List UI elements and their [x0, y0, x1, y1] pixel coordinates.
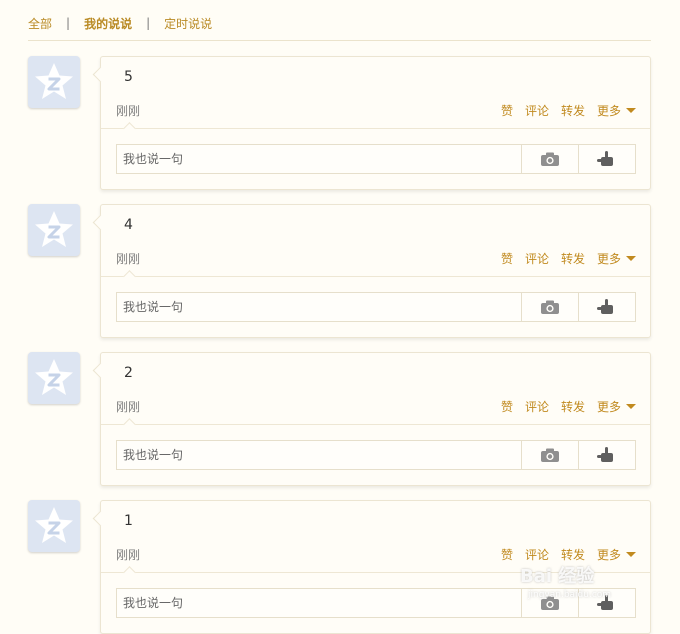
camera-icon — [541, 448, 559, 462]
post-card: 4 刚刚 赞 评论 转发 更多 我也说一句 — [92, 204, 651, 338]
chevron-down-icon — [626, 256, 636, 261]
photo-button[interactable] — [521, 293, 578, 321]
avatar[interactable] — [28, 56, 80, 108]
post-content: 4 — [124, 217, 133, 233]
tab-all[interactable]: 全部 — [28, 15, 52, 32]
post-actions: 赞 评论 转发 更多 — [489, 546, 636, 563]
hand-pointer-icon — [597, 151, 613, 166]
tab-separator: | — [66, 16, 71, 30]
camera-icon — [541, 152, 559, 166]
reply-box: 我也说一句 — [116, 292, 636, 322]
post-item: 4 刚刚 赞 评论 转发 更多 我也说一句 — [28, 204, 651, 338]
avatar[interactable] — [28, 204, 80, 256]
reply-box: 我也说一句 — [116, 440, 636, 470]
card-divider — [101, 276, 650, 277]
more-menu-button[interactable]: 更多 — [597, 102, 636, 119]
card-divider — [101, 424, 650, 425]
more-menu-button[interactable]: 更多 — [597, 250, 636, 267]
reply-box: 我也说一句 — [116, 144, 636, 174]
tab-my-posts[interactable]: 我的说说 — [84, 15, 132, 32]
comment-button[interactable]: 评论 — [525, 546, 549, 563]
mention-button[interactable] — [578, 145, 635, 173]
like-button[interactable]: 赞 — [501, 546, 513, 563]
reply-input[interactable]: 我也说一句 — [117, 293, 521, 321]
post-actions: 赞 评论 转发 更多 — [489, 250, 636, 267]
post-item: 5 刚刚 赞 评论 转发 更多 我也说一句 — [28, 56, 651, 190]
more-menu-button[interactable]: 更多 — [597, 398, 636, 415]
feed-tabs: 全部 | 我的说说 | 定时说说 — [28, 12, 212, 34]
card-divider — [101, 128, 650, 129]
avatar[interactable] — [28, 500, 80, 552]
forward-button[interactable]: 转发 — [561, 102, 585, 119]
comment-button[interactable]: 评论 — [525, 398, 549, 415]
hand-pointer-icon — [597, 299, 613, 314]
more-label: 更多 — [596, 104, 621, 118]
post-time: 刚刚 — [116, 548, 141, 562]
post-actions: 赞 评论 转发 更多 — [489, 398, 636, 415]
mention-button[interactable] — [578, 441, 635, 469]
forward-button[interactable]: 转发 — [561, 398, 585, 415]
post-time: 刚刚 — [116, 400, 141, 414]
more-label: 更多 — [596, 400, 621, 414]
post-card: 2 刚刚 赞 评论 转发 更多 我也说一句 — [92, 352, 651, 486]
reply-input[interactable]: 我也说一句 — [117, 145, 521, 173]
comment-button[interactable]: 评论 — [525, 102, 549, 119]
hand-pointer-icon — [597, 447, 613, 462]
post-item: 2 刚刚 赞 评论 转发 更多 我也说一句 — [28, 352, 651, 486]
camera-icon — [541, 300, 559, 314]
chevron-down-icon — [626, 108, 636, 113]
post-actions: 赞 评论 转发 更多 — [489, 102, 636, 119]
qzone-star-icon — [35, 359, 73, 395]
tab-separator: | — [146, 16, 151, 30]
post-meta: 刚刚 赞 评论 转发 更多 — [116, 102, 636, 120]
chevron-down-icon — [626, 552, 636, 557]
post-time: 刚刚 — [116, 252, 141, 266]
tab-scheduled-posts[interactable]: 定时说说 — [164, 15, 212, 32]
post-time: 刚刚 — [116, 104, 141, 118]
forward-button[interactable]: 转发 — [561, 546, 585, 563]
watermark-url: jingyan.baidu.com — [528, 590, 612, 600]
photo-button[interactable] — [521, 145, 578, 173]
tabs-divider — [28, 40, 651, 41]
chevron-down-icon — [626, 404, 636, 409]
like-button[interactable]: 赞 — [501, 250, 513, 267]
more-menu-button[interactable]: 更多 — [597, 546, 636, 563]
post-meta: 刚刚 赞 评论 转发 更多 — [116, 250, 636, 268]
like-button[interactable]: 赞 — [501, 102, 513, 119]
avatar[interactable] — [28, 352, 80, 404]
reply-input[interactable]: 我也说一句 — [117, 441, 521, 469]
forward-button[interactable]: 转发 — [561, 250, 585, 267]
post-card: 5 刚刚 赞 评论 转发 更多 我也说一句 — [92, 56, 651, 190]
qzone-star-icon — [35, 63, 73, 99]
more-label: 更多 — [596, 548, 621, 562]
qzone-star-icon — [35, 211, 73, 247]
post-content: 2 — [124, 365, 133, 381]
mention-button[interactable] — [578, 293, 635, 321]
more-label: 更多 — [596, 252, 621, 266]
qzone-star-icon — [35, 507, 73, 543]
post-content: 1 — [124, 513, 133, 529]
reply-input[interactable]: 我也说一句 — [117, 589, 521, 617]
watermark-logo: Bai 经验 — [520, 566, 595, 587]
photo-button[interactable] — [521, 441, 578, 469]
post-content: 5 — [124, 69, 133, 85]
like-button[interactable]: 赞 — [501, 398, 513, 415]
comment-button[interactable]: 评论 — [525, 250, 549, 267]
post-meta: 刚刚 赞 评论 转发 更多 — [116, 398, 636, 416]
